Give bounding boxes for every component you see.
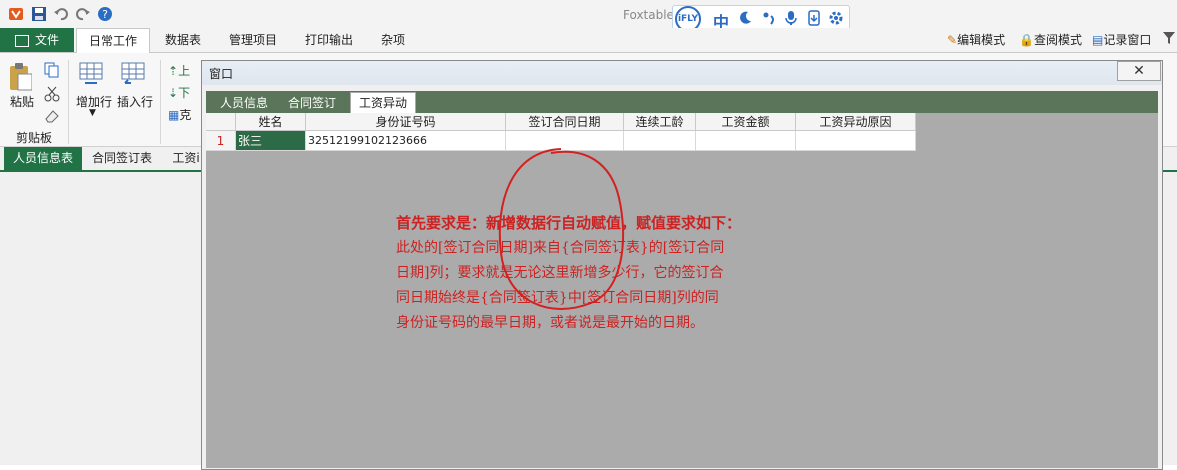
arrow-up-icon: ⇡: [168, 64, 179, 78]
annotation-line: 身份证号码的最早日期，或者说是最开始的日期。: [396, 315, 704, 331]
tab-personnel-info[interactable]: 人员信息: [212, 93, 276, 113]
copy-icon[interactable]: [44, 62, 60, 81]
row-number[interactable]: 1: [206, 131, 236, 151]
ribbon-edge: [1163, 53, 1177, 146]
dropdown-arrow-icon[interactable]: ▼: [89, 108, 96, 118]
gear-icon[interactable]: [828, 10, 844, 29]
insert-row-icon[interactable]: [121, 62, 145, 89]
lock-icon: 🔒: [1019, 33, 1034, 47]
app-title: Foxtable: [623, 8, 674, 22]
column-header-id-number[interactable]: 身份证号码: [306, 113, 506, 131]
log-window-button[interactable]: ▤记录窗口: [1092, 31, 1151, 49]
table-cell[interactable]: 32512199102123666: [306, 131, 506, 151]
move-up-label: 上: [178, 64, 191, 78]
help-icon[interactable]: ?: [97, 6, 113, 22]
tab-file-label: 文件: [34, 33, 59, 47]
keyboard-icon[interactable]: [806, 10, 822, 29]
clone-label: 克: [179, 108, 192, 122]
window-titlebar[interactable]: 窗口 ✕: [202, 61, 1162, 85]
annotation-circle: [498, 148, 625, 310]
annotation-line: 此处的[签订合同日期]来自{合同签订表}的[签订合同: [396, 240, 725, 256]
window-close-button[interactable]: ✕: [1117, 61, 1161, 81]
quick-access-toolbar: ?: [0, 0, 1177, 28]
tab-misc[interactable]: 杂项: [370, 28, 416, 52]
arrow-down-icon: ⇣: [168, 86, 179, 100]
column-header-salary[interactable]: 工资金额: [696, 113, 796, 131]
grid-icon: [14, 34, 29, 47]
view-mode-label: 查阅模式: [1033, 33, 1082, 47]
edit-mode-button[interactable]: ✎编辑模式: [947, 31, 1005, 49]
column-header-contract-date[interactable]: 签订合同日期: [506, 113, 624, 131]
paste-icon[interactable]: [8, 62, 33, 95]
window-tab-bar: 人员信息 合同签订 工资异动: [206, 91, 1158, 113]
filter-icon[interactable]: [1163, 31, 1175, 49]
tab-data-table[interactable]: 数据表: [152, 28, 214, 52]
ribbon-divider: [160, 60, 161, 144]
punctuation-icon[interactable]: [761, 10, 777, 29]
doctab-salary[interactable]: 工资i: [166, 147, 206, 170]
move-up-button[interactable]: ⇡上: [168, 62, 190, 79]
row-header-corner: [206, 113, 236, 131]
tab-file[interactable]: 文件: [0, 28, 74, 52]
microphone-icon[interactable]: [783, 10, 799, 29]
annotation-heading: 首先要求是：新增数据行自动赋值，赋值要求如下：: [396, 214, 742, 232]
column-header-name[interactable]: 姓名: [236, 113, 306, 131]
table-cell[interactable]: 张三: [236, 131, 306, 151]
tab-daily-work[interactable]: 日常工作: [76, 28, 150, 53]
window-body: 姓名 身份证号码 签订合同日期 连续工龄 工资金额 工资异动原因 1 张三 32…: [206, 113, 1158, 468]
doctab-personnel-info[interactable]: 人员信息表: [4, 147, 82, 170]
app-logo-icon: [8, 6, 24, 22]
annotation-line: 日期]列；要求就是无论这里新增多少行，它的签订合: [396, 265, 724, 281]
pencil-icon: ✎: [947, 33, 958, 47]
move-down-button[interactable]: ⇣下: [168, 84, 190, 101]
insert-row-button[interactable]: 插入行: [117, 93, 153, 110]
form-window: 窗口 ✕ 人员信息 合同签订 工资异动 姓名 身份证号码 签订合同日期 连续工龄…: [201, 60, 1163, 470]
ribbon-divider: [68, 60, 69, 144]
edit-mode-label: 编辑模式: [957, 33, 1006, 47]
cut-icon[interactable]: [44, 86, 60, 105]
add-row-icon[interactable]: [79, 62, 103, 89]
clipboard-group-label: 剪贴板: [16, 131, 53, 145]
tab-manage-project[interactable]: 管理项目: [218, 28, 288, 52]
clone-button[interactable]: ▦克: [168, 106, 191, 123]
clone-icon: ▦: [168, 108, 180, 122]
doctab-contract-signing[interactable]: 合同签订表: [86, 147, 158, 170]
moon-icon[interactable]: [737, 10, 753, 29]
tab-salary-change[interactable]: 工资异动: [350, 92, 416, 113]
column-header-change-reason[interactable]: 工资异动原因: [796, 113, 916, 131]
tab-contract-signing[interactable]: 合同签订: [280, 93, 344, 113]
tab-print-output[interactable]: 打印输出: [294, 28, 364, 52]
save-icon[interactable]: [31, 6, 47, 22]
window-icon: ▤: [1092, 33, 1104, 47]
table-cell[interactable]: [796, 131, 916, 151]
move-down-label: 下: [178, 86, 191, 100]
annotation-line: 同日期始终是{合同签订表}中[签订合同日期]列的同: [396, 290, 719, 306]
annotation-text: 首先要求是：新增数据行自动赋值，赋值要求如下： 此处的[签订合同日期]来自{合同…: [396, 211, 876, 336]
undo-icon[interactable]: [53, 6, 69, 22]
table-cell[interactable]: [696, 131, 796, 151]
view-mode-button[interactable]: 🔒查阅模式: [1019, 31, 1082, 49]
window-title: 窗口: [209, 67, 234, 81]
redo-icon[interactable]: [75, 6, 91, 22]
svg-text:?: ?: [102, 8, 108, 21]
table-cell[interactable]: [624, 131, 696, 151]
paste-button[interactable]: 粘贴: [10, 93, 34, 110]
eraser-icon[interactable]: [44, 108, 60, 127]
column-header-seniority[interactable]: 连续工龄: [624, 113, 696, 131]
log-window-label: 记录窗口: [1103, 33, 1152, 47]
